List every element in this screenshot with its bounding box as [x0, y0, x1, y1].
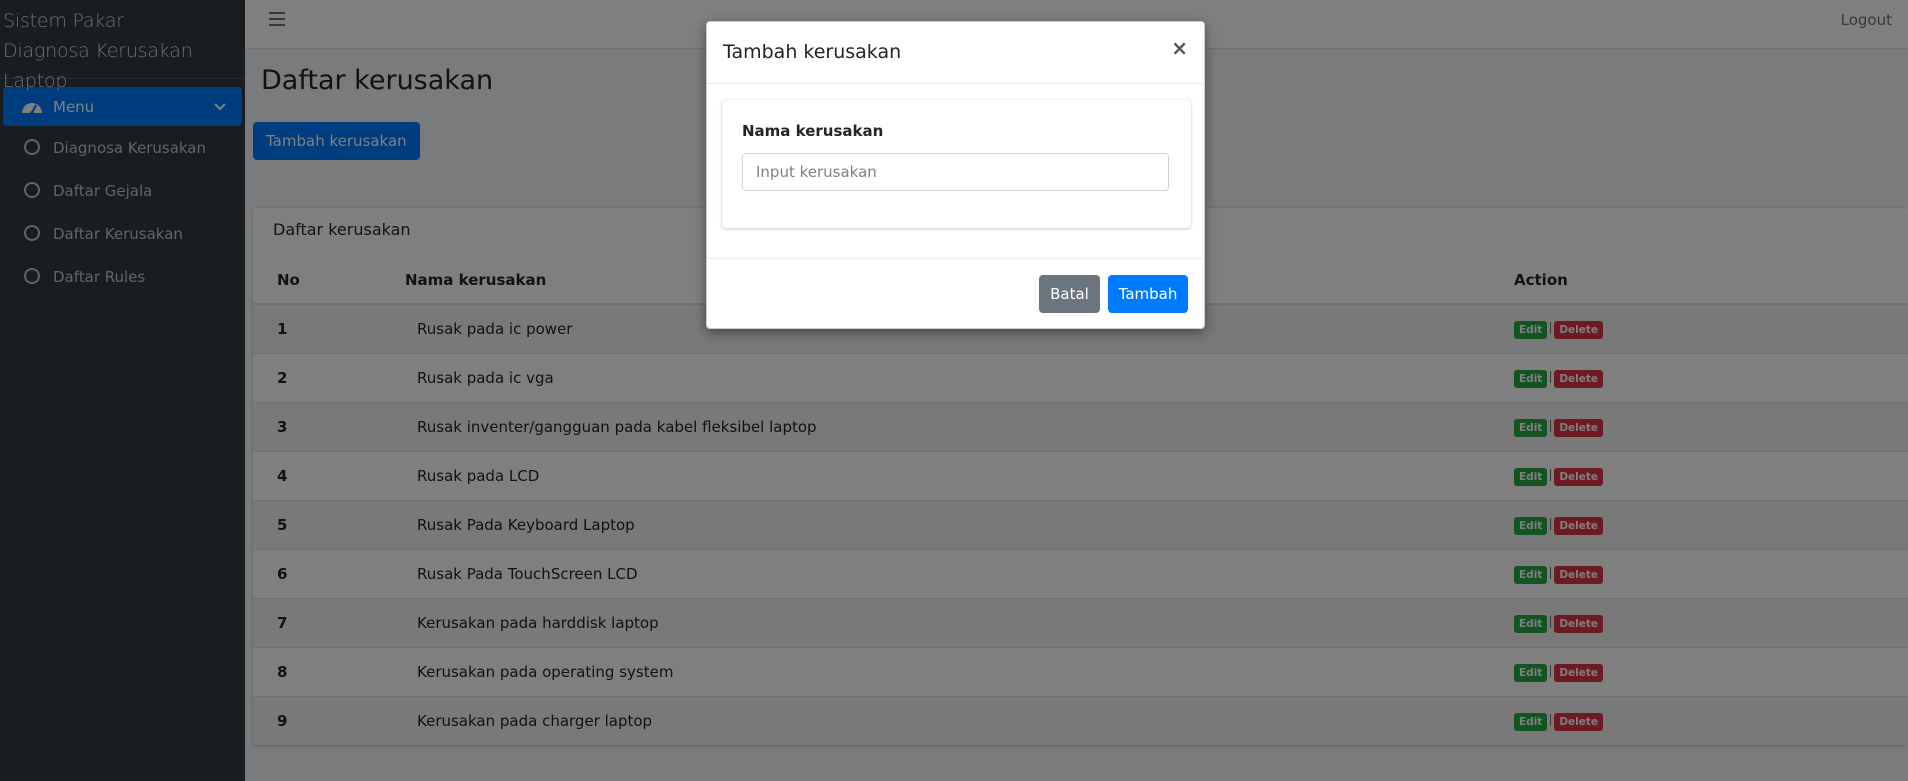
- modal-title: Tambah kerusakan: [723, 41, 902, 63]
- cancel-button[interactable]: Batal: [1039, 275, 1100, 313]
- nama-kerusakan-label: Nama kerusakan: [742, 122, 884, 140]
- nama-kerusakan-input[interactable]: [742, 153, 1169, 191]
- form-card: Nama kerusakan: [722, 100, 1191, 228]
- close-icon[interactable]: ×: [1171, 38, 1188, 58]
- modal-footer: Batal Tambah: [707, 258, 1204, 329]
- submit-button[interactable]: Tambah: [1108, 275, 1188, 313]
- add-kerusakan-modal: Tambah kerusakan × Nama kerusakan Batal …: [706, 21, 1205, 329]
- modal-header: Tambah kerusakan ×: [707, 22, 1204, 84]
